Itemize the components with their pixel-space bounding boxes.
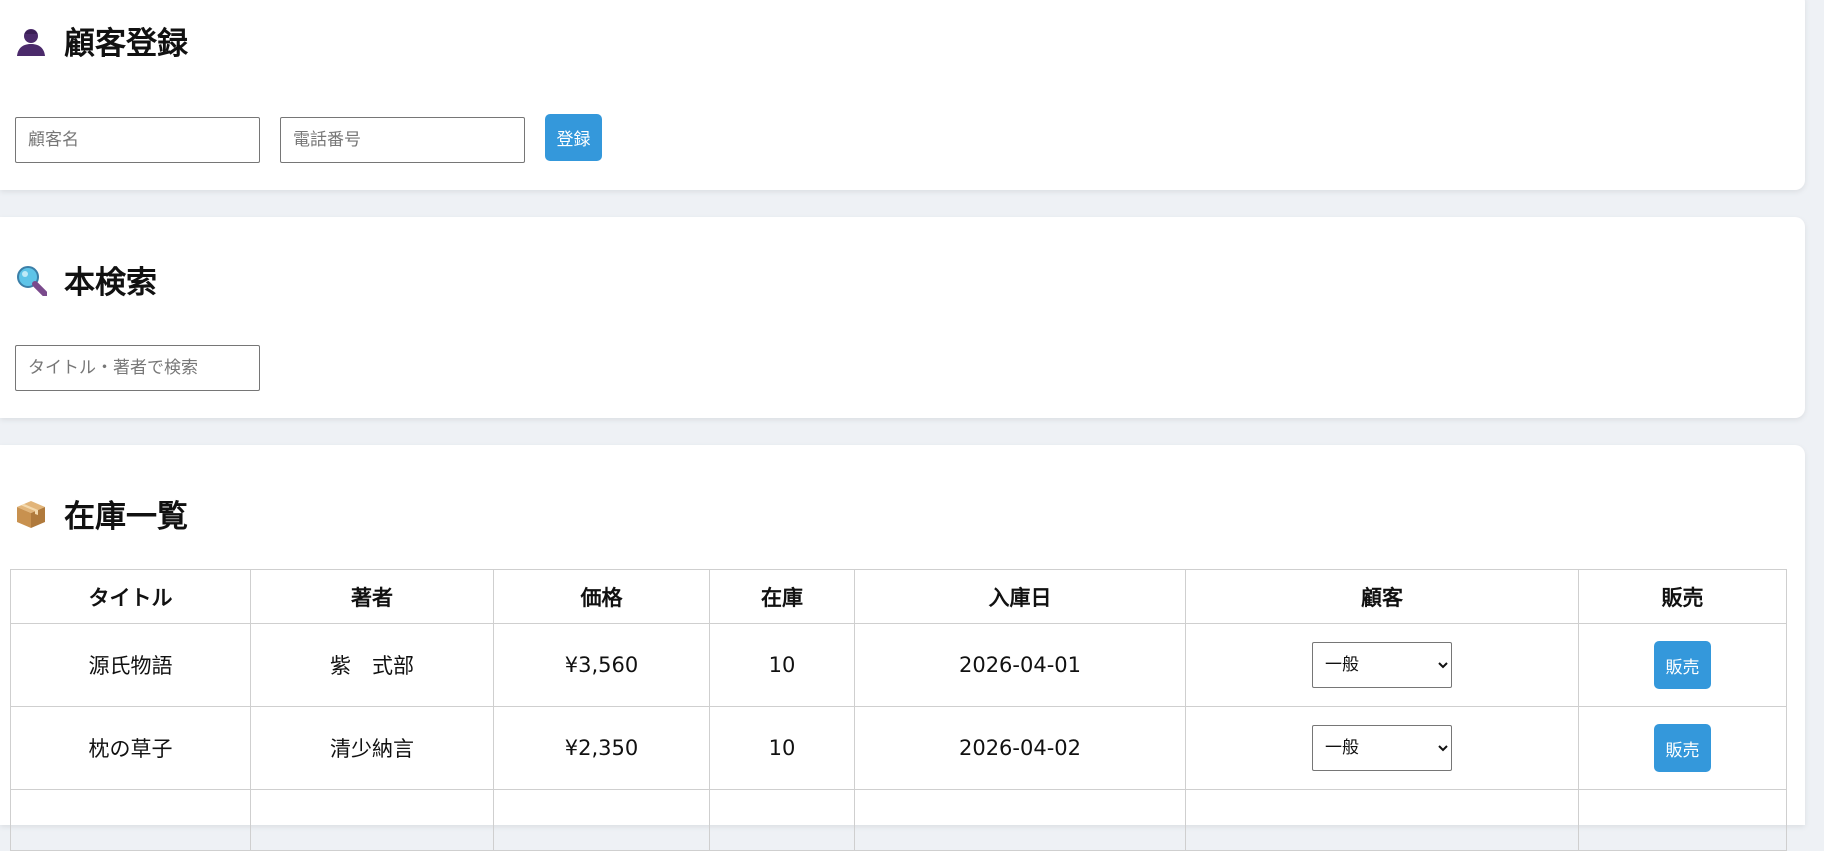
stock-section-title: 在庫一覧: [15, 491, 188, 536]
search-section-title: 本検索: [15, 257, 157, 302]
customer-section-title: 顧客登録: [15, 18, 188, 63]
search-title-text: 本検索: [64, 265, 157, 301]
customer-title-text: 顧客登録: [64, 26, 188, 62]
table-row-partial: [10, 789, 1787, 851]
column-header-stock: 在庫: [709, 569, 855, 624]
table-row: 源氏物語 紫 式部 ¥3,560 10 2026-04-01 一般 販売: [10, 623, 1787, 707]
book-author: 紫 式部: [250, 623, 494, 707]
customer-registration-card: 顧客登録 登録: [0, 0, 1805, 190]
book-stock: 10: [709, 706, 855, 790]
column-header-title: タイトル: [10, 569, 251, 624]
column-header-customer: 顧客: [1185, 569, 1579, 624]
customer-cell: 一般: [1185, 623, 1579, 707]
book-date: 2026-04-02: [854, 706, 1186, 790]
book-search-card: 本検索: [0, 217, 1805, 418]
register-button[interactable]: 登録: [545, 114, 602, 161]
sell-button[interactable]: 販売: [1654, 724, 1711, 772]
stock-title-text: 在庫一覧: [64, 499, 188, 535]
book-price: ¥2,350: [493, 706, 710, 790]
book-search-input[interactable]: [15, 345, 260, 391]
person-icon: [15, 25, 47, 57]
customer-select[interactable]: 一般: [1312, 725, 1452, 771]
phone-number-input[interactable]: [280, 117, 525, 163]
customer-name-input[interactable]: [15, 117, 260, 163]
magnifier-icon: [15, 264, 47, 296]
book-date: 2026-04-01: [854, 623, 1186, 707]
column-header-date: 入庫日: [854, 569, 1186, 624]
stock-table: タイトル 著者 価格 在庫 入庫日 顧客 販売 源氏物語 紫 式部 ¥3,560…: [10, 569, 1787, 851]
book-author: 清少納言: [250, 706, 494, 790]
table-row: 枕の草子 清少納言 ¥2,350 10 2026-04-02 一般 販売: [10, 706, 1787, 790]
table-header-row: タイトル 著者 価格 在庫 入庫日 顧客 販売: [10, 569, 1787, 624]
book-price: ¥3,560: [493, 623, 710, 707]
column-header-author: 著者: [250, 569, 494, 624]
book-title: 源氏物語: [10, 623, 251, 707]
sell-cell: 販売: [1578, 706, 1787, 790]
book-title: 枕の草子: [10, 706, 251, 790]
sell-cell: 販売: [1578, 623, 1787, 707]
package-icon: [15, 498, 47, 530]
column-header-sell: 販売: [1578, 569, 1787, 624]
customer-select[interactable]: 一般: [1312, 642, 1452, 688]
stock-list-card: 在庫一覧 タイトル 著者 価格 在庫 入庫日 顧客 販売 源氏物語 紫 式部 ¥…: [0, 445, 1805, 851]
sell-button[interactable]: 販売: [1654, 641, 1711, 689]
customer-cell: 一般: [1185, 706, 1579, 790]
book-stock: 10: [709, 623, 855, 707]
column-header-price: 価格: [493, 569, 710, 624]
